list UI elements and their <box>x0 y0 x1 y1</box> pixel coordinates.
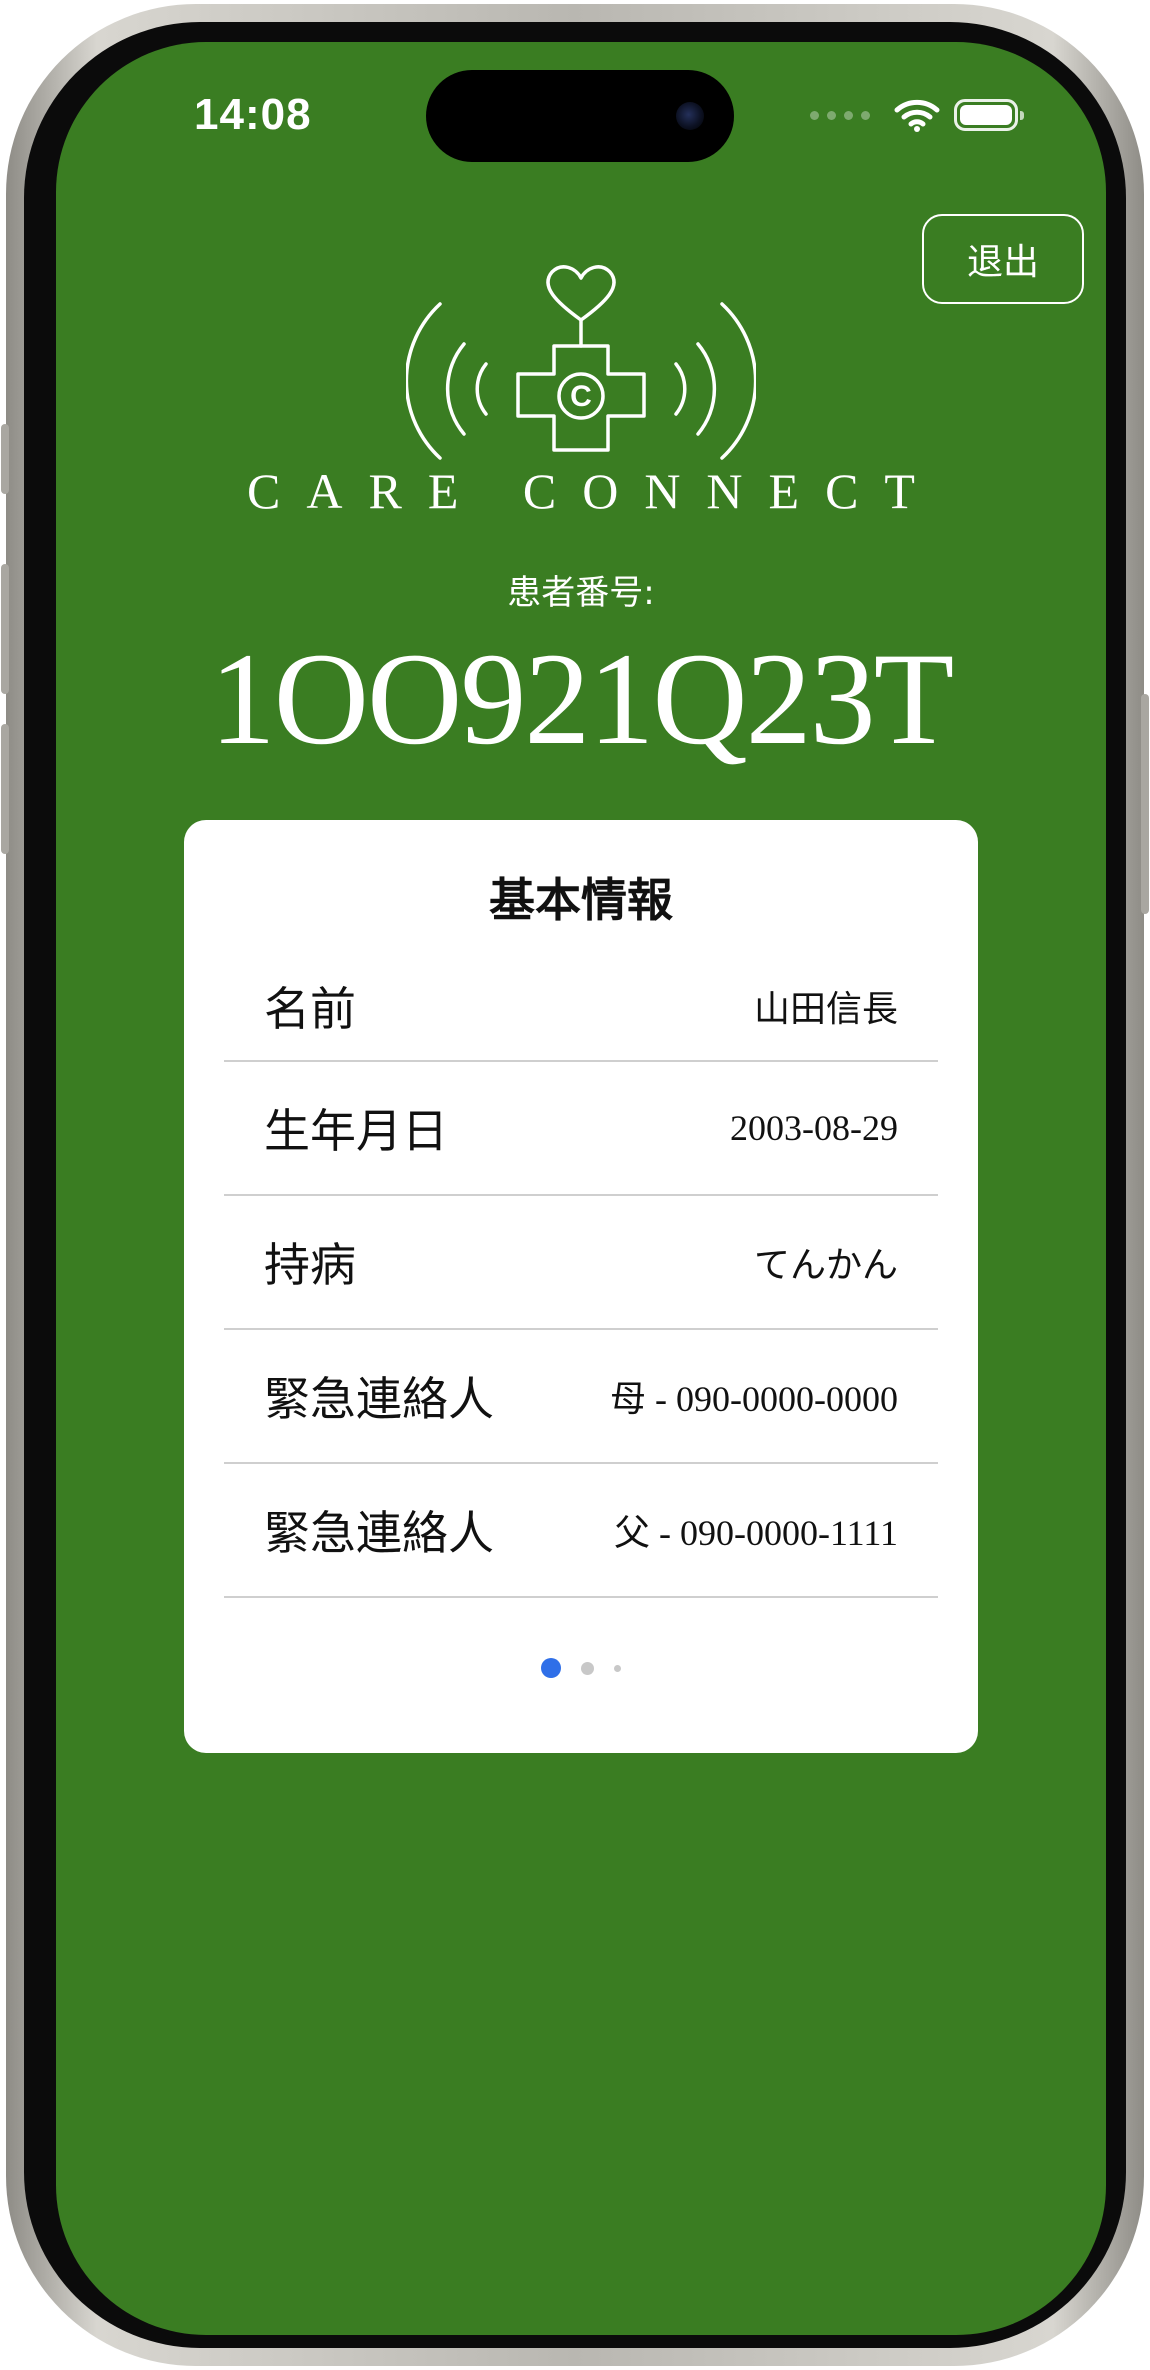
info-row-emergency-contact-father: 緊急連絡人 父 - 090-0000-1111 <box>224 1464 938 1598</box>
wifi-icon <box>894 99 940 132</box>
info-row-value: 父 - 090-0000-1111 <box>614 1513 898 1553</box>
info-row-label: 緊急連絡人 <box>264 1506 494 1560</box>
phone-frame: 14:08 退出 C CARE CONNECT 患者番号: 1OO921Q23T… <box>1 4 1149 2366</box>
info-row-value: 2003-08-29 <box>730 1108 898 1148</box>
page-dot-active[interactable] <box>541 1658 561 1678</box>
page-dot[interactable] <box>581 1661 594 1675</box>
info-row-value: てんかん <box>753 1245 898 1285</box>
page-indicator[interactable] <box>184 1658 978 1678</box>
power-button <box>1141 694 1149 914</box>
page-dot[interactable] <box>614 1664 621 1672</box>
dynamic-island <box>426 70 734 162</box>
volume-down-button <box>1 724 9 854</box>
info-row-label: 生年月日 <box>264 1104 448 1158</box>
info-row-value: 山田信長 <box>753 989 898 1029</box>
volume-up-button <box>1 564 9 694</box>
info-row-label: 緊急連絡人 <box>264 1372 494 1426</box>
app-screen: 14:08 退出 C CARE CONNECT 患者番号: 1OO921Q23T… <box>56 42 1106 2335</box>
patient-number-label: 患者番号: <box>507 573 655 613</box>
info-row-label: 持病 <box>264 1238 356 1292</box>
info-row-birthdate: 生年月日 2003-08-29 <box>224 1062 938 1196</box>
battery-icon <box>954 99 1024 131</box>
info-list: 名前 山田信長 生年月日 2003-08-29 持病 てんかん 緊急連絡人 母 … <box>224 952 938 1598</box>
care-connect-logo-icon: C <box>406 265 756 460</box>
logout-button[interactable]: 退出 <box>922 214 1084 304</box>
status-time: 14:08 <box>194 90 312 139</box>
action-button <box>1 424 9 494</box>
info-row-name: 名前 山田信長 <box>224 952 938 1062</box>
signal-icon <box>810 110 870 120</box>
status-icons <box>810 98 1024 132</box>
svg-text:C: C <box>570 380 592 413</box>
basic-info-card[interactable]: 基本情報 名前 山田信長 生年月日 2003-08-29 持病 てんかん 緊急連… <box>184 820 978 1753</box>
card-title: 基本情報 <box>489 873 673 927</box>
info-row-label: 名前 <box>264 982 356 1036</box>
front-camera-icon <box>676 102 704 130</box>
info-row-emergency-contact-mother: 緊急連絡人 母 - 090-0000-0000 <box>224 1330 938 1464</box>
logo-wordmark: CARE CONNECT <box>247 463 941 519</box>
info-row-value: 母 - 090-0000-0000 <box>610 1379 898 1419</box>
info-row-condition: 持病 てんかん <box>224 1196 938 1330</box>
patient-number: 1OO921Q23T <box>209 625 955 772</box>
